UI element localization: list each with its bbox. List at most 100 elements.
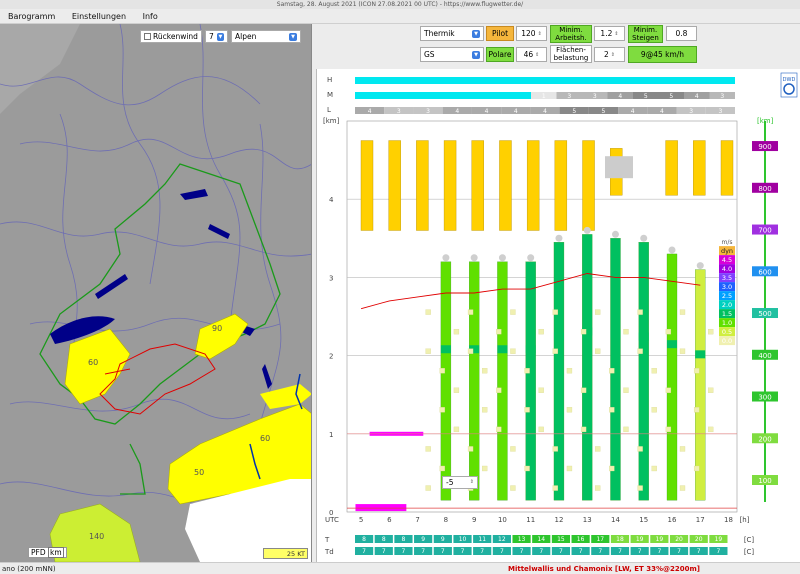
- x-unit-label: [h]: [740, 516, 750, 524]
- cloud-base-marker: [470, 254, 478, 262]
- cloud-base-marker: [640, 234, 648, 242]
- min-arbeitsh-value: 1.2: [600, 28, 613, 38]
- weak-cell: [425, 446, 431, 452]
- map-controls: Rückenwind 7 ▼ Alpen ▼: [140, 30, 301, 43]
- menu-einstellungen[interactable]: Einstellungen: [72, 9, 126, 24]
- stepper-icon[interactable]: ⇕: [538, 30, 542, 38]
- mode-value: Thermik: [424, 28, 455, 38]
- T-value: 12: [498, 536, 506, 543]
- updraft-column: [440, 261, 452, 501]
- right-tick-label: 200: [758, 435, 771, 443]
- updraft-column: [638, 242, 649, 501]
- cloud-value-low: 5: [602, 108, 606, 115]
- x-tick-label: 18: [724, 516, 733, 524]
- tailwind-checkbox[interactable]: Rückenwind: [140, 30, 202, 43]
- dyn-column: [443, 140, 457, 231]
- chevron-down-icon: ▼: [289, 32, 297, 41]
- cloud-base-marker: [442, 254, 450, 262]
- weak-cell: [439, 465, 445, 472]
- flaechen-input[interactable]: 2 ⇕: [594, 47, 625, 62]
- Td-value: 7: [421, 548, 425, 555]
- map-view[interactable]: 90 60 60 50 140: [0, 24, 312, 562]
- cloud-value-mid: 1: [542, 93, 546, 100]
- legend-label: 0.5: [722, 328, 732, 336]
- y-unit-left: [km]: [323, 117, 340, 125]
- updraft-band: [695, 350, 706, 359]
- T-value: 19: [656, 536, 664, 543]
- cloud-bar-high: [355, 77, 735, 84]
- cloud-value-mid: 3: [593, 93, 597, 100]
- dyn-column: [554, 140, 568, 231]
- weak-cell: [693, 368, 700, 374]
- Td-value: 7: [638, 548, 642, 555]
- weak-cell: [708, 328, 714, 335]
- legend-label: 0.0: [722, 337, 732, 345]
- pilot-input[interactable]: 120 ⇕: [516, 26, 547, 41]
- cloud-value-low: 3: [718, 108, 722, 115]
- offset-select[interactable]: -5 ⇕: [442, 476, 478, 489]
- weak-cell: [510, 446, 516, 452]
- min-arbeitsh-input[interactable]: 1.2 ⇕: [594, 26, 625, 41]
- cloud-value-low: 4: [543, 108, 547, 115]
- min-arbeitsh-label: Minim. Arbeitsh.: [550, 25, 592, 43]
- weak-cell: [467, 309, 474, 315]
- weak-cell: [665, 387, 672, 393]
- cloud-value-low: 4: [455, 108, 459, 115]
- status-left: ano (200 mNN): [2, 565, 56, 573]
- region-select[interactable]: Alpen ▼: [231, 30, 301, 43]
- type-value: GS: [424, 49, 435, 59]
- updraft-column: [497, 261, 508, 501]
- min-steigen-input[interactable]: 0.8: [666, 26, 697, 41]
- cloud-value-low: 3: [689, 108, 693, 115]
- stepper-icon[interactable]: ⇕: [535, 51, 539, 59]
- mode-select[interactable]: Thermik ▼: [420, 26, 484, 41]
- cloud-value-mid: 5: [644, 93, 648, 100]
- flaechen-label: Flächen-belastung: [550, 45, 592, 63]
- stepper-icon[interactable]: ⇕: [611, 51, 615, 59]
- cloud-value-low: 3: [397, 108, 401, 115]
- tailwind-select[interactable]: 7 ▼: [205, 30, 228, 43]
- weak-cell: [496, 387, 502, 393]
- cloud-row-label: L: [327, 106, 331, 114]
- legend-label: dyn: [721, 247, 733, 255]
- inversion-bar: [355, 504, 407, 512]
- pfd-button[interactable]: PFD km: [28, 547, 67, 558]
- stepper-icon[interactable]: ⇕: [614, 30, 618, 38]
- x-tick-label: 15: [639, 516, 648, 524]
- weak-cell: [566, 465, 573, 472]
- Td-value: 7: [402, 548, 406, 555]
- menu-barogramm[interactable]: Barogramm: [8, 9, 55, 24]
- weak-cell: [524, 465, 530, 472]
- cloud-value-mid: 4: [695, 93, 699, 100]
- x-tick-label: 10: [498, 516, 507, 524]
- sounding-chart: 0 1 2 3 4 [km] [km] 100 200 300 400 500 600 700 800 900…: [316, 69, 800, 562]
- weak-cell: [609, 407, 615, 413]
- weak-cell: [538, 328, 544, 335]
- weak-cell: [524, 368, 530, 374]
- weak-cell: [538, 426, 544, 433]
- x-tick-label: 9: [472, 516, 476, 524]
- T-value: 18: [616, 536, 624, 543]
- weak-cell: [482, 407, 488, 413]
- y-tick-label: 4: [329, 196, 334, 204]
- x-tick-label: 12: [554, 516, 563, 524]
- Td-value: 7: [539, 548, 543, 555]
- T-value: 9: [441, 536, 445, 543]
- cloud-value-mid: 4: [618, 93, 622, 100]
- updraft-band: [667, 340, 677, 349]
- T-value: 19: [636, 536, 644, 543]
- menu-info[interactable]: Info: [143, 9, 158, 24]
- weak-cell: [580, 426, 587, 433]
- T-value: 8: [402, 536, 406, 543]
- polare-input[interactable]: 46 ⇕: [516, 47, 547, 62]
- type-select[interactable]: GS ▼: [420, 47, 484, 62]
- temp-unit-label: [C]: [744, 536, 755, 544]
- weak-cell: [482, 465, 488, 472]
- x-tick-label: 17: [696, 516, 705, 524]
- unit-label: km: [48, 547, 64, 558]
- Td-value: 7: [362, 548, 366, 555]
- polare-label: Polare: [486, 47, 514, 62]
- T-value: 8: [382, 536, 386, 543]
- weak-cell: [566, 368, 573, 374]
- updraft-band: [553, 332, 564, 341]
